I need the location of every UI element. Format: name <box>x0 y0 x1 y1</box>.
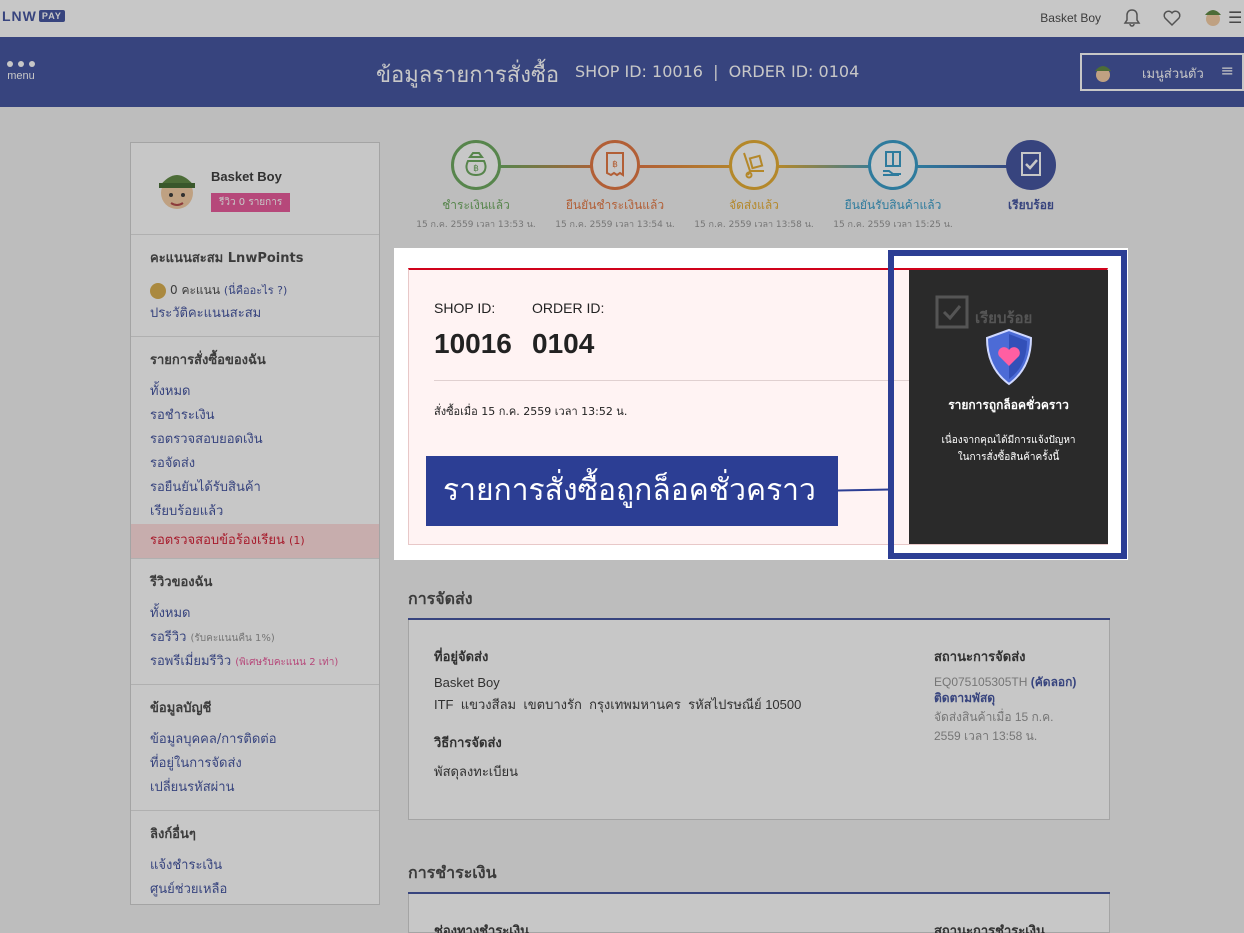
lnwpay-logo[interactable]: LNW PAY <box>2 8 65 24</box>
review-badge[interactable]: รีวิว 0 รายการ <box>211 193 291 212</box>
tracking-number: EQ075105305TH <box>934 675 1028 689</box>
address-name: Basket Boy <box>434 675 500 690</box>
sidebar-item-payment-notice[interactable]: แจ้งชำระเงิน <box>150 854 379 878</box>
address-heading: ที่อยู่จัดส่ง <box>434 650 489 665</box>
shipped-date: จัดส่งสินค้าเมื่อ 15 ก.ค. <box>934 710 1054 724</box>
dots-icon <box>7 61 35 67</box>
user-name: Basket Boy <box>211 169 282 184</box>
receipt-icon: ฿ <box>590 140 640 190</box>
step-date: 15 ก.ค. 2559 เวลา 13:53 น. <box>416 220 536 230</box>
hamburger-icon[interactable]: ☰ <box>1228 8 1242 27</box>
topbar-username[interactable]: Basket Boy <box>1040 11 1101 25</box>
divider <box>434 380 914 381</box>
sidebar-item-premium-reviews[interactable]: รอพรีเมี่ยมรีวิว (พิเศษรับคะแนน 2 เท่า) <box>150 650 379 674</box>
shop-id-label: SHOP ID: <box>434 300 496 316</box>
shipping-section-title: การจัดส่ง <box>408 589 473 608</box>
personal-menu-label: เมนูส่วนตัว <box>1142 67 1204 82</box>
sidebar-item-all-orders[interactable]: ทั้งหมด <box>150 380 379 404</box>
sidebar-item-awaiting-shipment[interactable]: รอจัดส่ง <box>150 452 379 476</box>
links-section: ลิงก์อื่นๆ แจ้งชำระเงิน ศูนย์ช่วยเหลือ <box>131 811 379 912</box>
payment-section-title: การชำระเงิน <box>408 863 497 882</box>
top-bar: LNW PAY Basket Boy ☰ <box>0 0 1244 37</box>
page-header: menu ข้อมูลรายการสั่งซื้อ SHOP ID: 10016… <box>0 37 1244 107</box>
sidebar-item-awaiting-payment[interactable]: รอชำระเงิน <box>150 404 379 428</box>
points-value: 0 คะแนน <box>170 283 221 297</box>
shipped-time: 2559 เวลา 13:58 น. <box>934 729 1038 743</box>
svg-text:฿: ฿ <box>473 164 479 174</box>
bell-icon[interactable] <box>1122 8 1142 28</box>
sidebar-item-change-password[interactable]: เปลี่ยนรหัสผ่าน <box>150 776 379 800</box>
package-hand-icon <box>868 140 918 190</box>
step-label: ยืนยันรับสินค้าแล้ว <box>844 198 942 212</box>
step-label: จัดส่งแล้ว <box>729 198 779 212</box>
coin-icon <box>150 282 166 299</box>
personal-menu-button[interactable]: เมนูส่วนตัว ≡ <box>1080 53 1244 91</box>
sidebar-item-shipping-address[interactable]: ที่อยู่ในการจัดส่ง <box>150 752 379 776</box>
shipping-card: ที่อยู่จัดส่ง Basket Boy ITF แขวงสีลม เข… <box>408 620 1110 820</box>
money-bag-icon: ฿ <box>451 140 501 190</box>
avatar-icon <box>1095 66 1111 82</box>
orders-section: รายการสั่งซื้อของฉัน ทั้งหมด รอชำระเงิน … <box>131 337 379 559</box>
avatar[interactable] <box>151 163 203 215</box>
sidebar-item-confirm-receipt[interactable]: รอยืนยันได้รับสินค้า <box>150 476 379 500</box>
step-label: ชำระเงินแล้ว <box>442 198 510 212</box>
points-title: คะแนนสะสม LnwPoints <box>150 251 304 266</box>
address-line: ITF แขวงสีลม เขตบางรัก กรุงเทพมหานคร รหั… <box>434 697 802 712</box>
copy-tracking-link[interactable]: (คัดลอก) <box>1031 675 1077 689</box>
page-title: ข้อมูลรายการสั่งซื้อ <box>376 63 560 88</box>
user-card: Basket Boy รีวิว 0 รายการ <box>131 143 379 235</box>
sidebar-item-complaints[interactable]: รอตรวจสอบข้อร้องเรียน (1) <box>131 524 379 558</box>
shipping-status-heading: สถานะการจัดส่ง <box>934 650 1026 665</box>
points-section: คะแนนสะสม LnwPoints 0 คะแนน (นี่คืออะไร … <box>131 235 379 337</box>
sidebar-item-pending-reviews[interactable]: รอรีวิว (รับคะแนนคืน 1%) <box>150 626 379 650</box>
locked-callout-label: รายการสั่งซื้อถูกล็อคชั่วคราว <box>426 456 838 526</box>
payment-status-heading: สถานะการชำระเงิน <box>934 924 1045 933</box>
order-id-label: ORDER ID: <box>532 300 605 316</box>
sidebar-item-help-center[interactable]: ศูนย์ช่วยเหลือ <box>150 878 379 902</box>
order-ids: SHOP ID: 10016 | ORDER ID: 0104 <box>575 62 860 81</box>
sidebar: Basket Boy รีวิว 0 รายการ คะแนนสะสม LnwP… <box>130 142 380 905</box>
menu-label: menu <box>7 70 35 82</box>
avatar-icon[interactable] <box>1202 6 1224 28</box>
step-received: ยืนยันรับสินค้าแล้ว 15 ก.ค. 2559 เวลา 15… <box>823 140 963 231</box>
sidebar-item-verifying-payment[interactable]: รอตรวจสอบยอดเงิน <box>150 428 379 452</box>
track-parcel-link[interactable]: ติดตามพัสดุ <box>934 689 995 708</box>
order-progress-steps: ฿ ชำระเงินแล้ว 15 ก.ค. 2559 เวลา 13:53 น… <box>408 140 1108 232</box>
step-date: 15 ก.ค. 2559 เวลา 15:25 น. <box>833 220 953 230</box>
heart-icon[interactable] <box>1162 8 1182 28</box>
shop-id-value: 10016 <box>434 328 512 359</box>
shipping-method: พัสดุลงทะเบียน <box>434 764 519 779</box>
step-shipped: จัดส่งแล้ว 15 ก.ค. 2559 เวลา 13:58 น. <box>684 140 824 231</box>
sidebar-item-personal-info[interactable]: ข้อมูลบุคคล/การติดต่อ <box>150 728 379 752</box>
orders-title: รายการสั่งซื้อของฉัน <box>150 353 266 368</box>
reviews-section: รีวิวของฉัน ทั้งหมด รอรีวิว (รับคะแนนคืน… <box>131 559 379 685</box>
account-title: ข้อมูลบัญชี <box>150 701 212 716</box>
menu-button[interactable]: menu <box>4 61 38 89</box>
points-history-link[interactable]: ประวัติคะแนนสะสม <box>150 302 379 326</box>
reviews-title: รีวิวของฉัน <box>150 575 213 590</box>
order-id-value: 0104 <box>532 328 595 359</box>
step-payment-confirmed: ฿ ยืนยันชำระเงินแล้ว 15 ก.ค. 2559 เวลา 1… <box>545 140 685 231</box>
points-row: 0 คะแนน (นี่คืออะไร ?) <box>150 278 379 302</box>
checklist-icon <box>1006 140 1056 190</box>
step-date: 15 ก.ค. 2559 เวลา 13:58 น. <box>694 220 814 230</box>
step-label: เรียบร้อย <box>1008 198 1054 212</box>
account-section: ข้อมูลบัญชี ข้อมูลบุคคล/การติดต่อ ที่อยู… <box>131 685 379 811</box>
highlight-frame <box>888 250 1127 559</box>
step-paid: ฿ ชำระเงินแล้ว 15 ก.ค. 2559 เวลา 13:53 น… <box>406 140 546 231</box>
sidebar-item-completed[interactable]: เรียบร้อยแล้ว <box>150 500 379 524</box>
step-date: 15 ก.ค. 2559 เวลา 13:54 น. <box>555 220 675 230</box>
hamburger-icon: ≡ <box>1220 61 1234 80</box>
order-date: สั่งซื้อเมื่อ 15 ก.ค. 2559 เวลา 13:52 น. <box>434 405 628 418</box>
payment-channel-heading: ช่องทางชำระเงิน <box>434 924 529 933</box>
sidebar-item-all-reviews[interactable]: ทั้งหมด <box>150 602 379 626</box>
hand-truck-icon <box>729 140 779 190</box>
step-label: ยืนยันชำระเงินแล้ว <box>565 198 665 212</box>
svg-text:฿: ฿ <box>612 160 618 170</box>
links-title: ลิงก์อื่นๆ <box>150 827 196 842</box>
method-heading: วิธีการจัดส่ง <box>434 736 502 751</box>
step-completed: เรียบร้อย <box>961 140 1101 215</box>
points-help-link[interactable]: (นี่คืออะไร ?) <box>224 284 287 297</box>
payment-card: ช่องทางชำระเงิน สถานะการชำระเงิน <box>408 894 1110 933</box>
